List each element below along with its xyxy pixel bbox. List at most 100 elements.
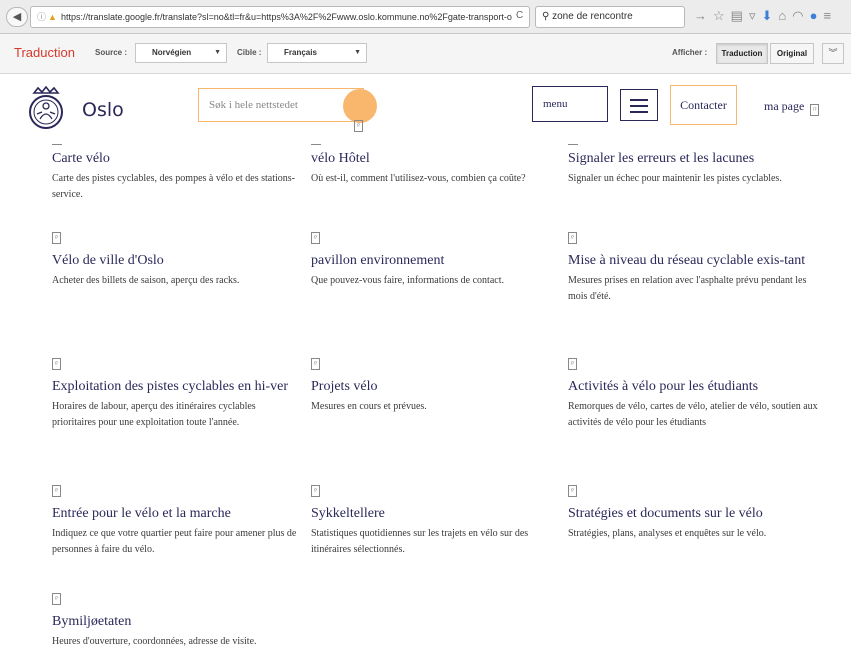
url-text: https://translate.google.fr/translate?sl… xyxy=(60,12,512,22)
card-description: Carte des pistes cyclables, des pompes à… xyxy=(52,173,295,200)
broken-image-icon: ⁉ xyxy=(52,232,61,244)
logo-text[interactable]: Oslo xyxy=(82,99,124,121)
card-title[interactable]: vélo Hôtel xyxy=(311,149,571,168)
hamburger-icon[interactable]: ≡ xyxy=(823,8,837,23)
site-header: Oslo Søk i hele nettstedet ⁉ menu Contac… xyxy=(0,75,851,143)
forward-go-icon[interactable]: → xyxy=(694,8,713,23)
card-description: Mesures en cours et prévues. xyxy=(311,401,427,412)
browser-search-input[interactable]: ⚲ zone de rencontre xyxy=(535,6,685,28)
download-icon[interactable]: ⬇ xyxy=(761,8,778,24)
card[interactable]: ⁉ Vélo de ville d'Oslo Acheter des bille… xyxy=(52,232,312,289)
browser-toolbar: ◀ ⓘ ▲ https://translate.google.fr/translat… xyxy=(0,0,851,34)
card[interactable]: ⁉ Exploitation des pistes cyclables en h… xyxy=(52,358,302,431)
broken-image-icon: ⁉ xyxy=(568,358,577,370)
hamburger-line xyxy=(630,111,648,113)
site-search-input[interactable]: Søk i hele nettstedet xyxy=(198,88,364,122)
hamburger-line xyxy=(630,105,648,107)
card-description: Stratégies, plans, analyses et enquêtes … xyxy=(568,528,767,539)
card-title[interactable]: Vélo de ville d'Oslo xyxy=(52,251,312,270)
card[interactable]: ⁉ Sykkeltellere Statistiques quotidienne… xyxy=(311,485,561,558)
translation-button[interactable]: Traduction xyxy=(716,43,768,64)
card[interactable]: ⁉ Bymiljøetaten Heures d'ouverture, coor… xyxy=(52,593,312,650)
oslo-city-seal-icon[interactable] xyxy=(26,85,66,131)
card[interactable]: ⁉ Projets vélo Mesures en cours et prévu… xyxy=(311,358,571,415)
card-title[interactable]: Stratégies et documents sur le vélo xyxy=(568,504,818,523)
card-title[interactable]: Entrée pour le vélo et la marche xyxy=(52,504,302,523)
card-description: Horaires de labour, aperçu des itinérair… xyxy=(52,401,256,428)
menu-button[interactable]: menu xyxy=(532,86,608,122)
card[interactable]: ⁉ Stratégies et documents sur le vélo St… xyxy=(568,485,818,542)
broken-image-icon: ⁉ xyxy=(568,232,577,244)
chevron-down-icon: ▼ xyxy=(214,49,221,56)
target-label: Cible : xyxy=(237,48,262,57)
broken-image-icon: ⁉ xyxy=(354,120,363,132)
divider xyxy=(568,144,578,145)
card-title[interactable]: Bymiljøetaten xyxy=(52,612,312,631)
card[interactable]: ⁉ Mise à niveau du réseau cyclable exis-… xyxy=(568,232,813,305)
card-description: Signaler un échec pour maintenir les pis… xyxy=(568,173,782,184)
original-button[interactable]: Original xyxy=(770,43,814,64)
broken-image-icon: ⁉ xyxy=(311,485,320,497)
search-query: zone de rencontre xyxy=(552,11,633,22)
broken-image-icon: ⁉ xyxy=(52,358,61,370)
reading-list-icon[interactable]: ▤ xyxy=(731,8,749,24)
show-label: Afficher : xyxy=(672,48,708,57)
broken-image-icon: ⁉ xyxy=(311,232,320,244)
chevron-down-icon: ▼ xyxy=(354,49,361,56)
my-page-link[interactable]: ma page ⁉ xyxy=(764,99,820,116)
sync-icon[interactable]: ● xyxy=(810,8,824,23)
hamburger-line xyxy=(630,99,648,101)
search-button[interactable] xyxy=(343,89,377,123)
home-icon[interactable]: ⌂ xyxy=(778,8,792,23)
card-description: Statistiques quotidiennes sur les trajet… xyxy=(311,528,529,555)
info-icon[interactable]: ⓘ xyxy=(37,12,46,22)
search-icon: ⚲ xyxy=(542,11,550,22)
collapse-chevron-icon[interactable]: ︾ xyxy=(822,43,844,64)
pocket-icon[interactable]: ▿ xyxy=(749,8,762,24)
broken-image-icon: ⁉ xyxy=(311,358,320,370)
card-title[interactable]: Sykkeltellere xyxy=(311,504,561,523)
card-description: Mesures prises en relation avec l'asphal… xyxy=(568,275,807,302)
card[interactable]: Carte vélo Carte des pistes cyclables, d… xyxy=(52,144,312,203)
card-description: Que pouvez-vous faire, informations de c… xyxy=(311,275,504,286)
bike-services-grid: Carte vélo Carte des pistes cyclables, d… xyxy=(0,143,851,655)
broken-image-icon: ⁉ xyxy=(568,485,577,497)
security-warning-icon[interactable]: ▲ xyxy=(48,12,57,22)
target-language-select[interactable]: Français ▼ xyxy=(267,43,367,63)
url-bar[interactable]: ⓘ ▲ https://translate.google.fr/translate?… xyxy=(30,6,530,28)
reload-icon[interactable]: C xyxy=(516,10,523,21)
hamburger-menu-button[interactable] xyxy=(620,89,658,121)
back-arrow-icon[interactable]: ◀ xyxy=(6,7,28,27)
source-language-value: Norvégien xyxy=(152,48,192,57)
card-description: Où est-il, comment l'utilisez-vous, comb… xyxy=(311,173,526,184)
card-description: Indiquez ce que votre quartier peut fair… xyxy=(52,528,297,555)
card[interactable]: ⁉ Activités à vélo pour les étudiants Re… xyxy=(568,358,818,431)
broken-image-icon: ⁉ xyxy=(52,593,61,605)
broken-image-icon: ⁉ xyxy=(52,485,61,497)
target-language-value: Français xyxy=(284,48,317,57)
card-title[interactable]: Signaler les erreurs et les lacunes xyxy=(568,149,818,168)
toolbar-icons: →☆▤▿⬇⌂◠●≡ xyxy=(694,8,837,24)
card-title[interactable]: Carte vélo xyxy=(52,149,312,168)
translate-title: Traduction xyxy=(14,45,75,60)
card[interactable]: Signaler les erreurs et les lacunes Sign… xyxy=(568,144,818,187)
card[interactable]: ⁉ pavillon environnement Que pouvez-vous… xyxy=(311,232,571,289)
my-page-label: ma page xyxy=(764,99,805,113)
contact-button[interactable]: Contacter xyxy=(670,85,737,125)
extension-icon[interactable]: ◠ xyxy=(792,8,809,24)
card-description: Remorques de vélo, cartes de vélo, ateli… xyxy=(568,401,818,428)
bookmark-star-icon[interactable]: ☆ xyxy=(713,8,731,24)
card-title[interactable]: Mise à niveau du réseau cyclable exis-ta… xyxy=(568,251,813,270)
card-title[interactable]: Projets vélo xyxy=(311,377,571,396)
card-title[interactable]: Exploitation des pistes cyclables en hi-… xyxy=(52,377,302,396)
card-title[interactable]: pavillon environnement xyxy=(311,251,571,270)
translate-bar: Traduction Source : Norvégien ▼ Cible : … xyxy=(0,34,851,74)
divider xyxy=(52,144,62,145)
card[interactable]: ⁉ Entrée pour le vélo et la marche Indiq… xyxy=(52,485,302,558)
card[interactable]: vélo Hôtel Où est-il, comment l'utilisez… xyxy=(311,144,571,187)
card-description: Heures d'ouverture, coordonnées, adresse… xyxy=(52,636,257,647)
broken-image-icon: ⁉ xyxy=(810,104,820,116)
card-title[interactable]: Activités à vélo pour les étudiants xyxy=(568,377,818,396)
card-description: Acheter des billets de saison, aperçu de… xyxy=(52,275,240,286)
source-language-select[interactable]: Norvégien ▼ xyxy=(135,43,227,63)
